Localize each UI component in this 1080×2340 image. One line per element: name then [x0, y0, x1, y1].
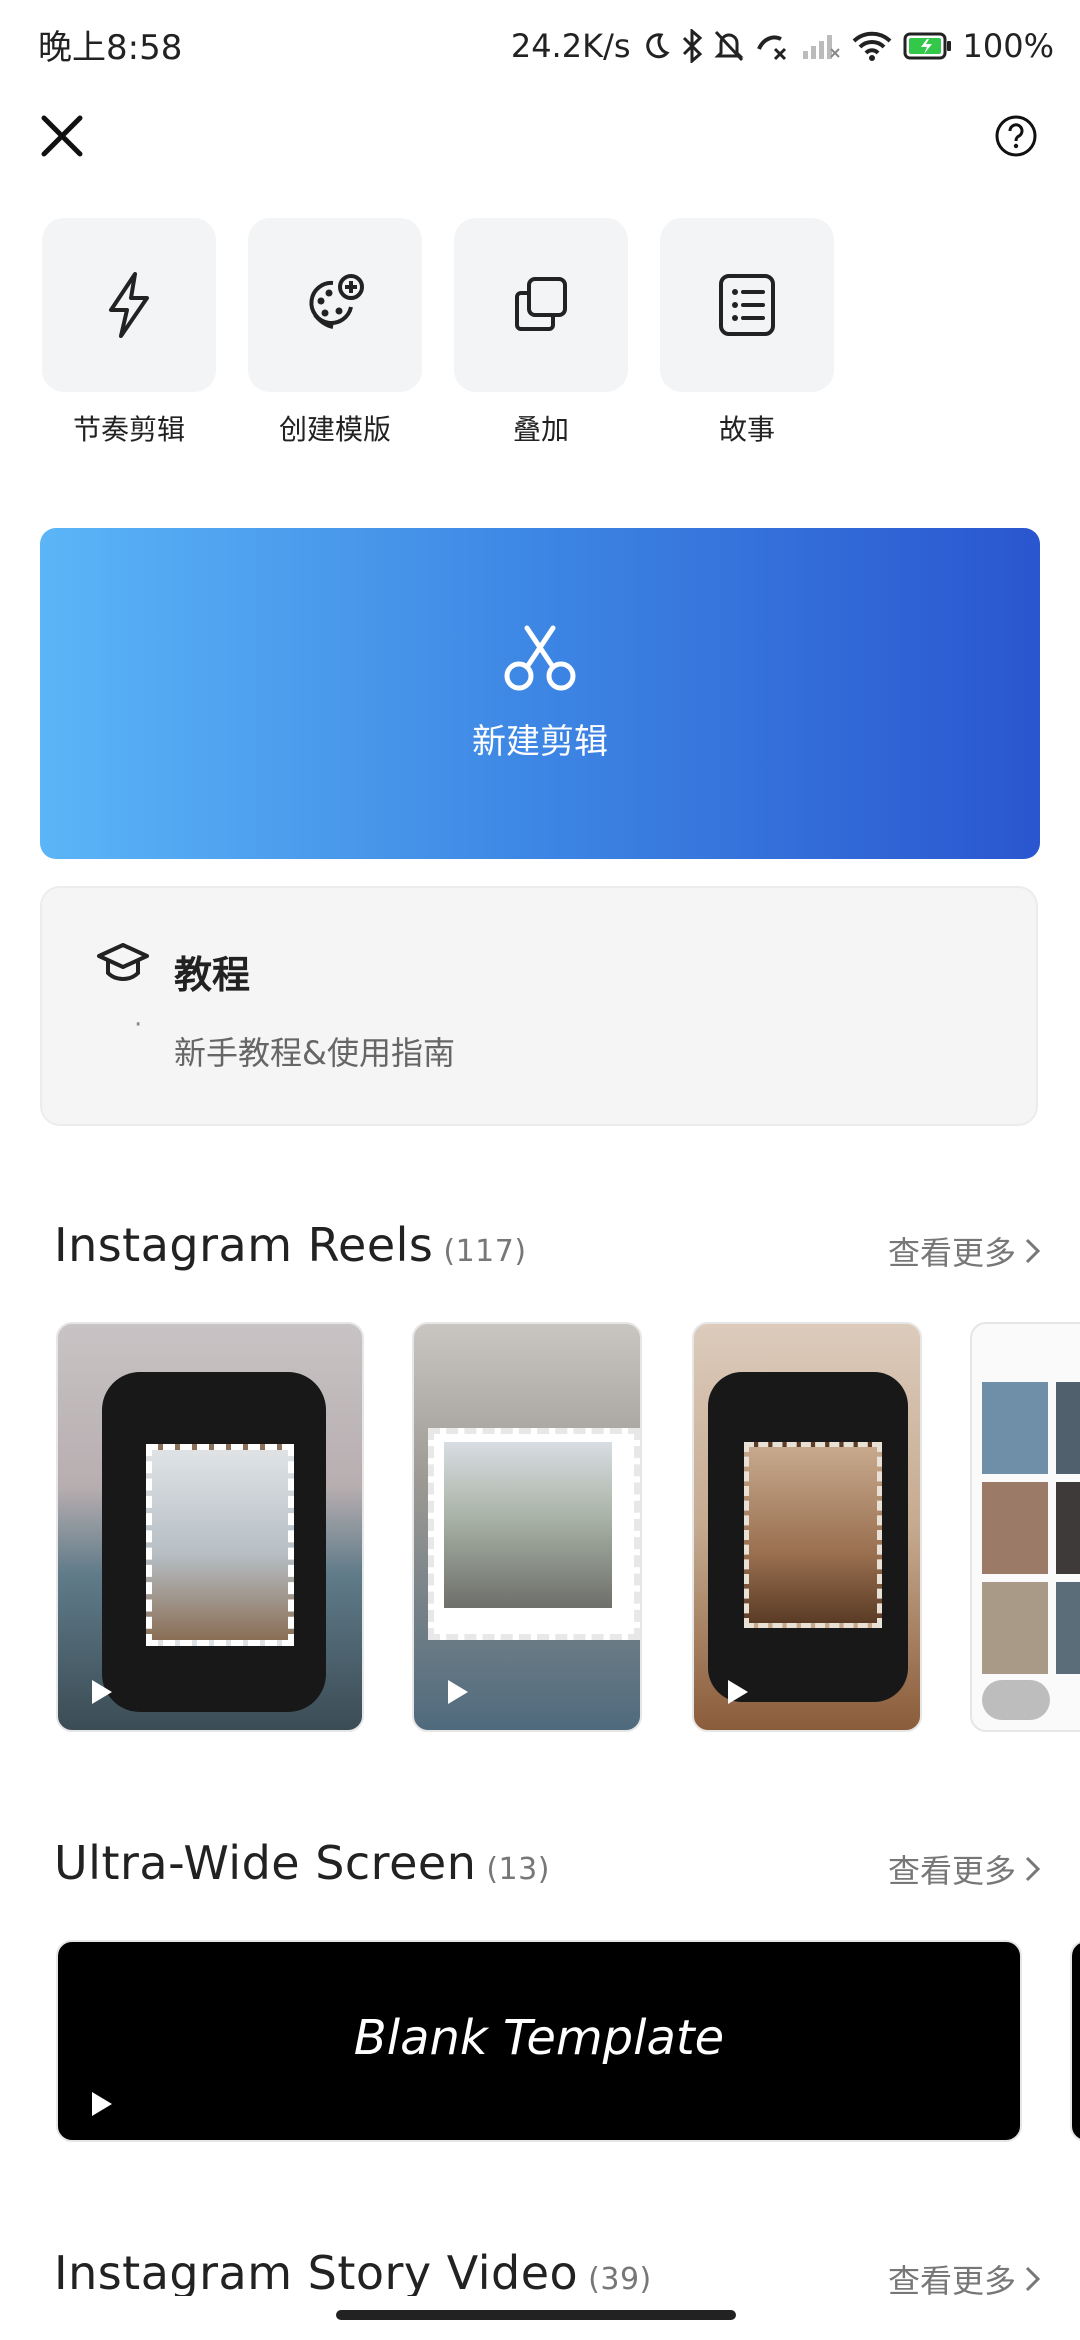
new-edit-button[interactable]: 新建剪辑 — [40, 528, 1040, 859]
section-title-instagram-story: Instagram Story Video (39) — [54, 2246, 652, 2300]
new-edit-label: 新建剪辑 — [472, 722, 608, 762]
section-title-instagram-reels: Instagram Reels (117) — [54, 1218, 527, 1272]
see-more-instagram-reels[interactable]: 查看更多 — [888, 1228, 1044, 1274]
template-thumbnail[interactable] — [692, 1322, 922, 1732]
collage-tile — [1056, 1482, 1080, 1574]
tool-story-box — [660, 218, 834, 392]
signal-icon — [802, 35, 840, 59]
chevron-right-icon — [1025, 2266, 1041, 2292]
collage-tile — [1056, 1382, 1080, 1474]
battery-icon — [903, 32, 951, 60]
chevron-right-icon — [1025, 1856, 1041, 1882]
overlay-icon — [515, 277, 567, 331]
tool-beat-edit[interactable]: 节奏剪辑 — [42, 218, 216, 448]
tool-overlay-box — [454, 218, 628, 392]
see-more-ultra-wide[interactable]: 查看更多 — [888, 1846, 1044, 1892]
tool-beat-edit-box — [42, 218, 216, 392]
template-thumbnail[interactable] — [412, 1322, 642, 1732]
close-icon — [41, 115, 83, 157]
tool-story-label: 故事 — [718, 413, 775, 446]
list-icon — [719, 274, 775, 336]
blank-template-text: Blank Template — [353, 2010, 725, 2066]
section-count: (117) — [443, 1234, 527, 1269]
collage-tile — [1056, 1582, 1080, 1674]
bell-muted-icon — [713, 30, 744, 62]
template-thumbnail[interactable] — [970, 1322, 1080, 1732]
help-button[interactable] — [992, 112, 1040, 160]
chevron-right-icon — [1025, 1238, 1041, 1264]
tool-overlay-label: 叠加 — [512, 413, 569, 446]
photo-window — [744, 1442, 882, 1628]
photo-window — [146, 1444, 294, 1646]
photo-window — [444, 1442, 612, 1608]
play-icon — [448, 1680, 468, 1704]
collage-tile — [982, 1582, 1048, 1674]
section-title-ultra-wide: Ultra-Wide Screen (13) — [54, 1836, 550, 1890]
graduation-cap-icon — [97, 943, 149, 981]
tool-create-template[interactable]: 创建模版 — [248, 218, 422, 448]
lightning-icon — [109, 272, 149, 338]
help-icon — [995, 115, 1037, 157]
tool-create-template-box — [248, 218, 422, 392]
tutorial-card[interactable]: 教程 · 新手教程&使用指南 — [40, 886, 1038, 1126]
battery-percent: 100% — [962, 27, 1054, 65]
section-title-text: Instagram Story Video — [54, 2246, 579, 2300]
see-more-label: 查看更多 — [887, 1234, 1016, 1272]
call-forward-icon — [756, 35, 786, 61]
tutorial-title: 教程 — [174, 953, 251, 997]
scissors-icon — [504, 625, 576, 691]
tutorial-guide-link[interactable]: 新手教程&使用指南 — [174, 1028, 455, 1074]
play-icon — [92, 2092, 112, 2116]
section-title-text: Ultra-Wide Screen — [54, 1836, 477, 1890]
palette-add-icon — [309, 274, 364, 329]
section-title-text: Instagram Reels — [54, 1218, 434, 1272]
collage-tile — [982, 1482, 1048, 1574]
tool-beat-edit-label: 节奏剪辑 — [72, 413, 185, 446]
tutorial-bullet: · — [134, 1010, 143, 1040]
moon-icon — [645, 33, 670, 59]
close-button[interactable] — [38, 112, 86, 160]
collage-tile — [982, 1382, 1048, 1474]
network-speed: 24.2K/s — [510, 27, 631, 65]
play-icon — [92, 1680, 112, 1704]
play-button-pill — [982, 1680, 1050, 1720]
status-time: 晚上8:58 — [38, 28, 183, 68]
tool-story[interactable]: 故事 — [660, 218, 834, 448]
template-thumbnail[interactable] — [1070, 1940, 1080, 2142]
status-icons: 24.2K/s 100% — [511, 18, 1054, 74]
bluetooth-icon — [682, 29, 702, 63]
play-icon — [728, 1680, 748, 1704]
template-thumbnail[interactable]: Blank Template — [56, 1940, 1022, 2142]
see-more-label: 查看更多 — [887, 1852, 1016, 1890]
section-count: (13) — [486, 1852, 550, 1887]
tool-overlay[interactable]: 叠加 — [454, 218, 628, 448]
tool-create-template-label: 创建模版 — [278, 413, 391, 446]
home-indicator[interactable] — [336, 2310, 736, 2320]
section-count: (39) — [588, 2262, 652, 2297]
template-thumbnail[interactable] — [56, 1322, 364, 1732]
wifi-icon — [852, 31, 891, 61]
